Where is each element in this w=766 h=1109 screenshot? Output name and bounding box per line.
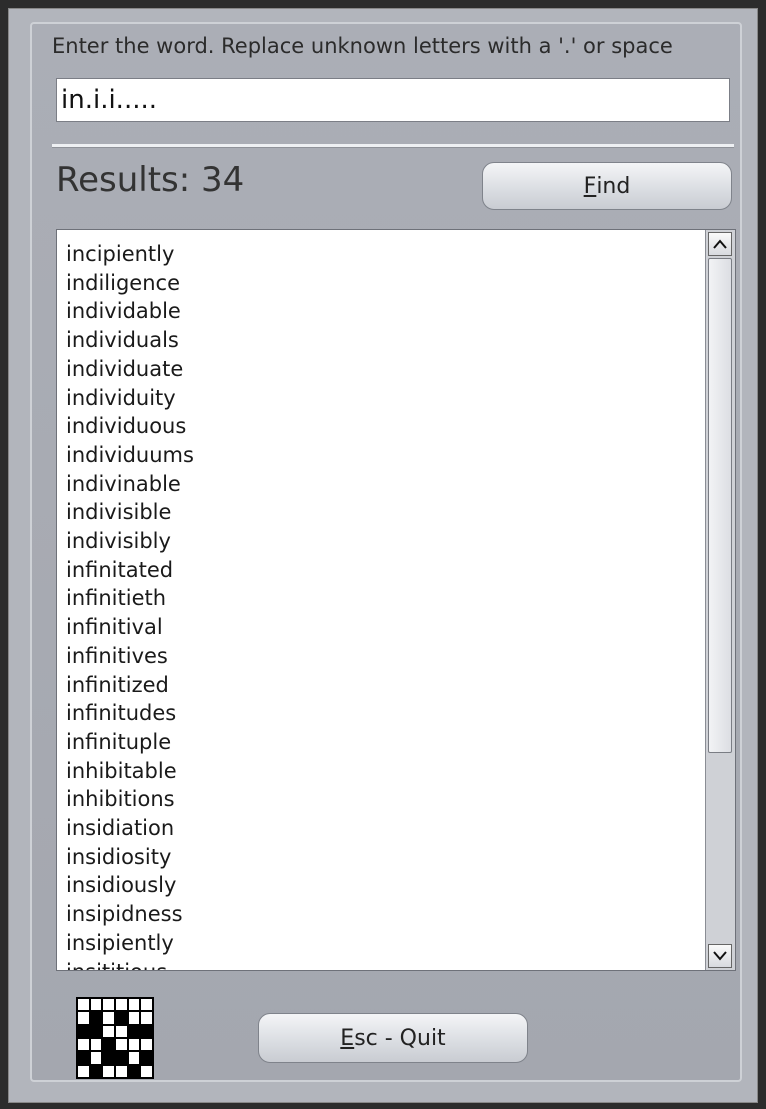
- scroll-down-icon[interactable]: [708, 944, 732, 968]
- quit-accel-letter: E: [340, 1025, 355, 1051]
- find-button[interactable]: Find: [482, 162, 732, 210]
- vertical-scrollbar[interactable]: [705, 230, 735, 970]
- list-item[interactable]: insidiation: [66, 814, 194, 843]
- list-item[interactable]: individable: [66, 297, 194, 326]
- list-item[interactable]: infinitized: [66, 671, 194, 700]
- scrollbar-thumb[interactable]: [708, 258, 732, 753]
- list-item[interactable]: individuate: [66, 355, 194, 384]
- list-item[interactable]: inhibitions: [66, 785, 194, 814]
- list-item[interactable]: individuums: [66, 441, 194, 470]
- list-item[interactable]: indivinable: [66, 470, 194, 499]
- results-items: incipiently indiligence individable individ…: [66, 240, 194, 970]
- list-item[interactable]: individuity: [66, 384, 194, 413]
- instructions-label: Enter the word. Replace unknown letters …: [52, 34, 673, 58]
- list-item[interactable]: individuous: [66, 412, 194, 441]
- quit-label-rest: sc - Quit: [354, 1025, 446, 1051]
- crossword-grid-icon: [76, 997, 154, 1079]
- word-pattern-input[interactable]: in.i.i.....: [56, 78, 730, 122]
- list-item[interactable]: infinitives: [66, 642, 194, 671]
- scroll-up-icon[interactable]: [708, 232, 732, 256]
- list-item[interactable]: infinitieth: [66, 584, 194, 613]
- list-item[interactable]: infinituple: [66, 728, 194, 757]
- list-item[interactable]: insidiosity: [66, 843, 194, 872]
- quit-button[interactable]: Esc - Quit: [258, 1013, 528, 1063]
- find-label-rest: ind: [596, 173, 631, 199]
- list-item[interactable]: indiligence: [66, 269, 194, 298]
- list-item[interactable]: infinitival: [66, 613, 194, 642]
- results-count-label: Results: 34: [56, 160, 245, 200]
- find-accel-letter: F: [583, 173, 597, 199]
- list-item[interactable]: insipidness: [66, 900, 194, 929]
- list-item[interactable]: insidiously: [66, 871, 194, 900]
- results-list[interactable]: incipiently indiligence individable individ…: [56, 229, 736, 971]
- list-item[interactable]: indivisibly: [66, 527, 194, 556]
- list-item[interactable]: insipiently: [66, 929, 194, 958]
- list-item[interactable]: individuals: [66, 326, 194, 355]
- list-item[interactable]: incipiently: [66, 240, 194, 269]
- list-item[interactable]: inhibitable: [66, 757, 194, 786]
- list-item[interactable]: infinitudes: [66, 699, 194, 728]
- list-item[interactable]: insititious: [66, 958, 194, 970]
- separator: [52, 144, 734, 148]
- list-item[interactable]: infinitated: [66, 556, 194, 585]
- list-item[interactable]: indivisible: [66, 498, 194, 527]
